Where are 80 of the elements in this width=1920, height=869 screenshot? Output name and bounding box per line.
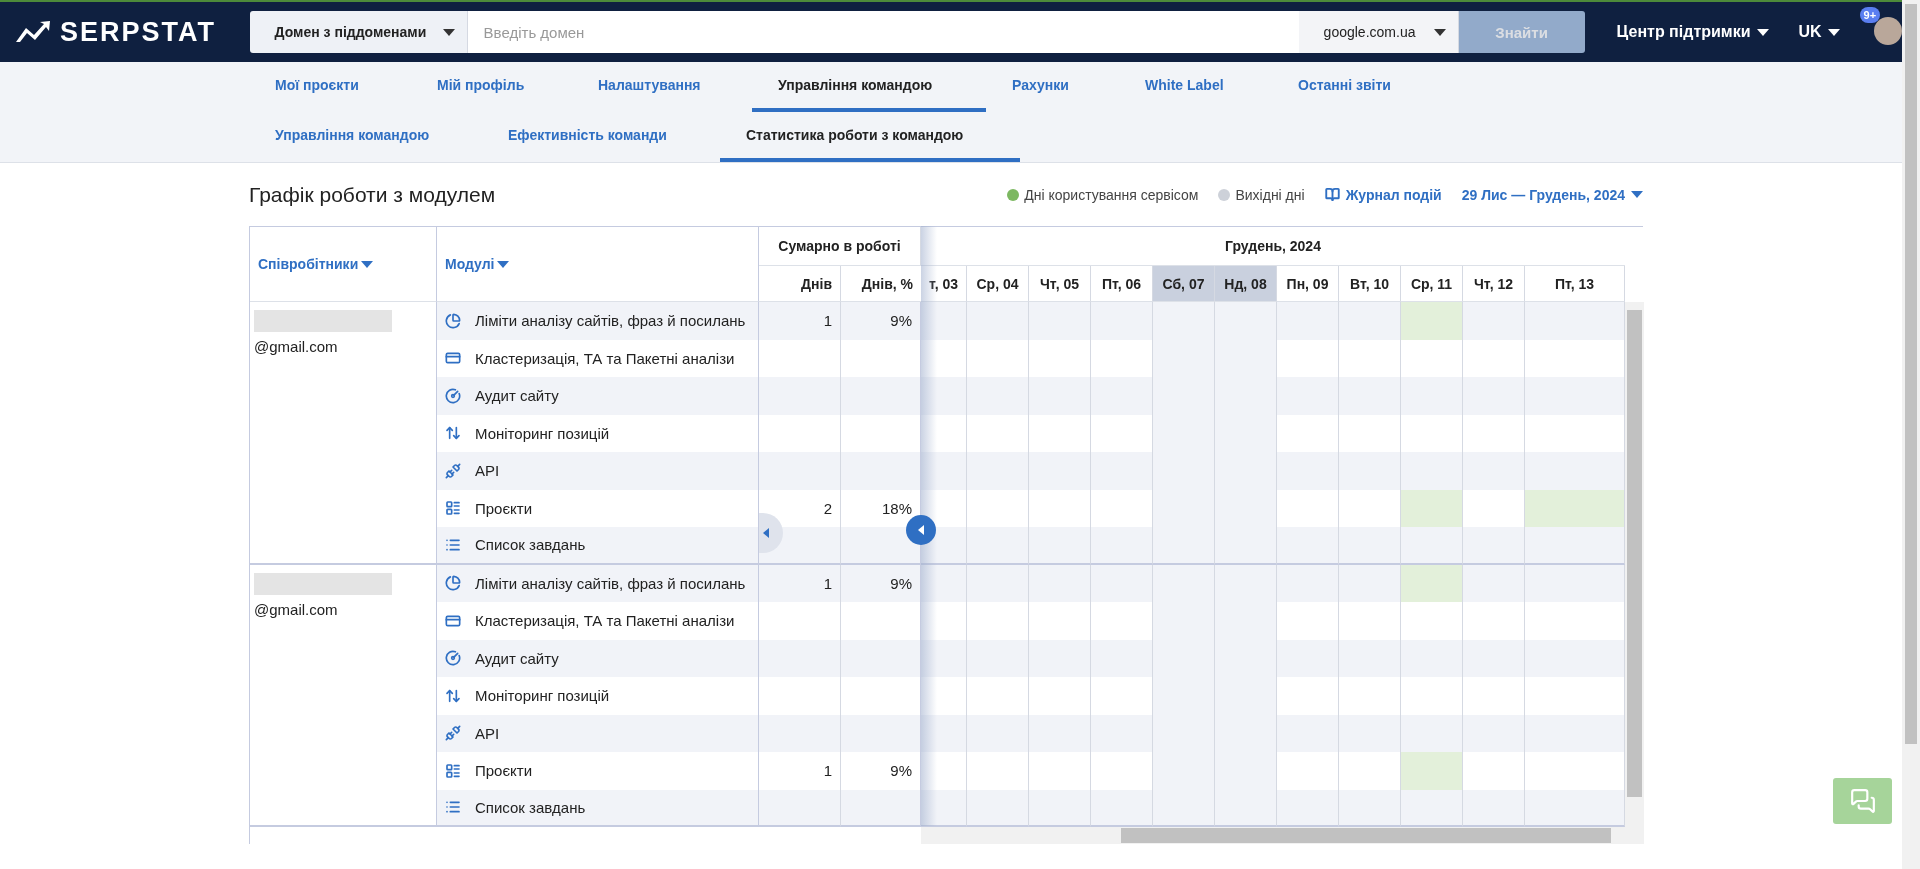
days-count: 1 (823, 574, 832, 592)
module-name: Ліміти аналізу сайтів, фраз й посилань (475, 312, 746, 330)
sub-tab[interactable]: Управління командою (249, 112, 482, 162)
avatar[interactable] (1873, 17, 1902, 45)
module-name: Аудит сайту (475, 649, 559, 667)
support-menu[interactable]: Центр підтримки (1616, 23, 1769, 41)
nav-tab[interactable]: Мої проєкти (249, 62, 411, 112)
book-icon (1324, 187, 1340, 202)
days-percent: 9% (890, 762, 912, 780)
day-header: Пт, 13 (1525, 266, 1625, 302)
module-name: Ліміти аналізу сайтів, фраз й посилань (475, 574, 746, 592)
nav-tab[interactable]: Налаштування (572, 62, 752, 112)
nav-tab[interactable]: White Label (1119, 62, 1272, 112)
day-header: Чт, 05 (1029, 266, 1091, 302)
module-name: Список завдань (475, 798, 586, 816)
layout-list-icon (445, 762, 461, 779)
module-name: Проєкти (475, 499, 533, 517)
nav-tab[interactable]: Управління командою (752, 62, 986, 112)
totals-header: Сумарно в роботі (759, 227, 921, 266)
pie-chart-icon (445, 312, 461, 329)
card-icon (445, 350, 461, 367)
email-text: @gmail.com (254, 338, 338, 355)
modules-sort[interactable]: Модулі (445, 256, 510, 272)
day-header: Пт, 06 (1091, 266, 1153, 302)
search-type-dropdown[interactable]: Домен з піддоменами (249, 11, 468, 53)
days-header: Днів (759, 266, 841, 302)
days-count: 1 (823, 762, 832, 780)
day-header: Сб, 07 (1153, 266, 1215, 302)
nav-tab[interactable]: Мій профіль (411, 62, 572, 112)
employees-sort[interactable]: Співробітники (258, 256, 374, 272)
nav-tab[interactable]: Рахунки (986, 62, 1119, 112)
chat-button[interactable] (1833, 778, 1892, 824)
days-percent: 18% (881, 499, 912, 517)
nav-tab[interactable]: Останні звіти (1272, 62, 1422, 112)
module-name: Список завдань (475, 536, 586, 554)
region-dropdown[interactable]: google.com.ua (1298, 11, 1459, 53)
layout-list-icon (445, 500, 461, 517)
plug-icon (445, 725, 461, 742)
day-header: Ср, 04 (967, 266, 1029, 302)
legend-label: Дні користування сервісом (1024, 186, 1199, 203)
module-name: Проєкти (475, 762, 533, 780)
day-header: Нд, 08 (1215, 266, 1277, 302)
days-count: 1 (823, 312, 832, 330)
notification-badge: 9+ (1859, 7, 1881, 23)
horizontal-scrollbar[interactable] (921, 827, 1644, 844)
up-down-arrows-icon (445, 425, 461, 442)
module-name: API (475, 462, 500, 480)
days-percent: 9% (890, 312, 912, 330)
date-range-dropdown[interactable]: 29 Лис — Грудень, 2024 (1461, 186, 1643, 203)
page-title: Графік роботи з модулем (249, 182, 497, 207)
module-name: Кластеризація, ТА та Пакетні аналізи (475, 349, 735, 367)
email-text: @gmail.com (254, 600, 338, 618)
day-header: Ср, 11 (1401, 266, 1463, 302)
module-name: Аудит сайту (475, 387, 559, 405)
days-percent: 9% (890, 574, 912, 592)
language-menu[interactable]: UK (1798, 23, 1840, 41)
sub-tab[interactable]: Статистика роботи з командою (720, 112, 1020, 162)
module-name: Кластеризація, ТА та Пакетні аналізи (475, 612, 735, 630)
day-header: Вт, 10 (1339, 266, 1401, 302)
gauge-icon (445, 650, 461, 667)
day-header: Чт, 12 (1463, 266, 1525, 302)
chat-icon (1849, 788, 1876, 814)
vertical-scrollbar[interactable] (1625, 302, 1644, 827)
sub-tab[interactable]: Ефективність команди (482, 112, 720, 162)
page-scrollbar[interactable] (1902, 0, 1920, 869)
module-name: Моніторинг позицій (475, 687, 610, 705)
journal-link[interactable]: Журнал подій (1324, 186, 1442, 203)
module-name: Моніторинг позицій (475, 424, 610, 442)
days-count: 2 (823, 499, 832, 517)
up-down-arrows-icon (445, 687, 461, 704)
legend-label: Вихідні дні (1235, 186, 1305, 203)
plug-icon (445, 462, 461, 479)
domain-input[interactable]: Введіть домен (467, 11, 1299, 53)
day-header: Пн, 09 (1277, 266, 1339, 302)
logo-icon (14, 20, 52, 44)
gauge-icon (445, 387, 461, 404)
logo-text: SERPSTAT (60, 16, 216, 48)
pie-chart-icon (445, 575, 461, 592)
list-icon (445, 799, 461, 816)
module-name: API (475, 724, 500, 742)
